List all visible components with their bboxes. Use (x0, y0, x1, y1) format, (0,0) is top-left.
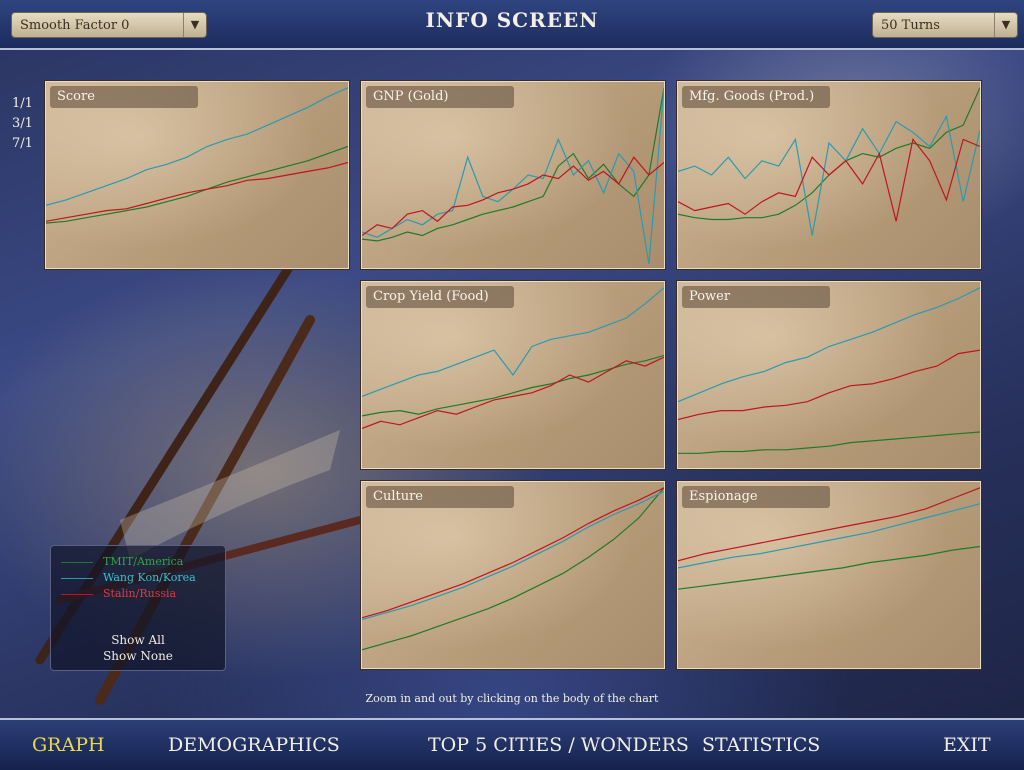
series-line-stalin-russia (678, 349, 980, 421)
series-line-tmit-america (362, 87, 664, 242)
chart-canvas (678, 87, 980, 236)
exit-button[interactable]: EXIT (943, 734, 991, 756)
chart-title: GNP (Gold) (366, 86, 514, 108)
page-title: INFO SCREEN (425, 8, 599, 32)
chart-espionage[interactable]: Espionage (677, 481, 981, 669)
chart-crop-yield[interactable]: Crop Yield (Food) (361, 281, 665, 469)
legend-item-korea[interactable]: Wang Kon/Korea (61, 570, 221, 586)
chart-title: Culture (366, 486, 514, 508)
legend-label: TMIT/America (103, 555, 184, 568)
chart-title: Score (50, 86, 198, 108)
chart-title: Espionage (682, 486, 830, 508)
legend: TMIT/America Wang Kon/Korea Stalin/Russi… (50, 545, 226, 671)
chart-canvas (362, 87, 664, 265)
legend-label: Stalin/Russia (103, 587, 177, 600)
series-line-stalin-russia (362, 156, 664, 236)
tab-graph[interactable]: GRAPH (32, 734, 105, 756)
legend-swatch (61, 594, 93, 595)
series-line-stalin-russia (678, 138, 980, 222)
legend-swatch (61, 562, 93, 563)
tab-demographics[interactable]: DEMOGRAPHICS (168, 734, 340, 756)
chart-canvas (362, 287, 664, 429)
chart-power[interactable]: Power (677, 281, 981, 469)
chart-canvas (362, 487, 664, 651)
legend-swatch (61, 578, 93, 579)
series-line-wang-kon-korea (678, 503, 980, 569)
legend-item-america[interactable]: TMIT/America (61, 554, 221, 570)
chart-mfg-goods[interactable]: Mfg. Goods (Prod.) (677, 81, 981, 269)
chart-culture[interactable]: Culture (361, 481, 665, 669)
ratio-list: 1/1 3/1 7/1 (12, 94, 33, 154)
chart-title: Power (682, 286, 830, 308)
turns-dropdown[interactable]: 50 Turns ▼ (872, 12, 1018, 38)
chart-title: Crop Yield (Food) (366, 286, 514, 308)
show-all-button[interactable]: Show All (51, 633, 225, 647)
ratio-item: 3/1 (12, 116, 33, 131)
chart-title: Mfg. Goods (Prod.) (682, 86, 830, 108)
series-line-tmit-america (678, 431, 980, 454)
tab-statistics[interactable]: STATISTICS (702, 734, 820, 756)
legend-label: Wang Kon/Korea (103, 571, 196, 584)
zoom-hint-text: Zoom in and out by clicking on the body … (365, 692, 659, 705)
series-line-tmit-america (678, 545, 980, 590)
chart-score[interactable]: Score (45, 81, 349, 269)
series-line-wang-kon-korea (362, 490, 664, 621)
chart-gnp[interactable]: GNP (Gold) (361, 81, 665, 269)
turns-value: 50 Turns (881, 18, 940, 33)
ratio-item: 1/1 (12, 96, 33, 111)
chart-canvas (678, 287, 980, 454)
series-line-tmit-america (46, 145, 348, 224)
legend-item-russia[interactable]: Stalin/Russia (61, 586, 221, 602)
chart-canvas (46, 87, 348, 224)
chart-canvas (678, 487, 980, 590)
tab-top5-cities-wonders[interactable]: TOP 5 CITIES / WONDERS (428, 734, 689, 756)
series-line-stalin-russia (46, 161, 348, 222)
series-line-wang-kon-korea (678, 114, 980, 236)
ratio-item: 7/1 (12, 136, 33, 151)
chevron-down-icon[interactable]: ▼ (994, 13, 1017, 37)
show-none-button[interactable]: Show None (51, 649, 225, 663)
series-line-wang-kon-korea (362, 87, 664, 265)
